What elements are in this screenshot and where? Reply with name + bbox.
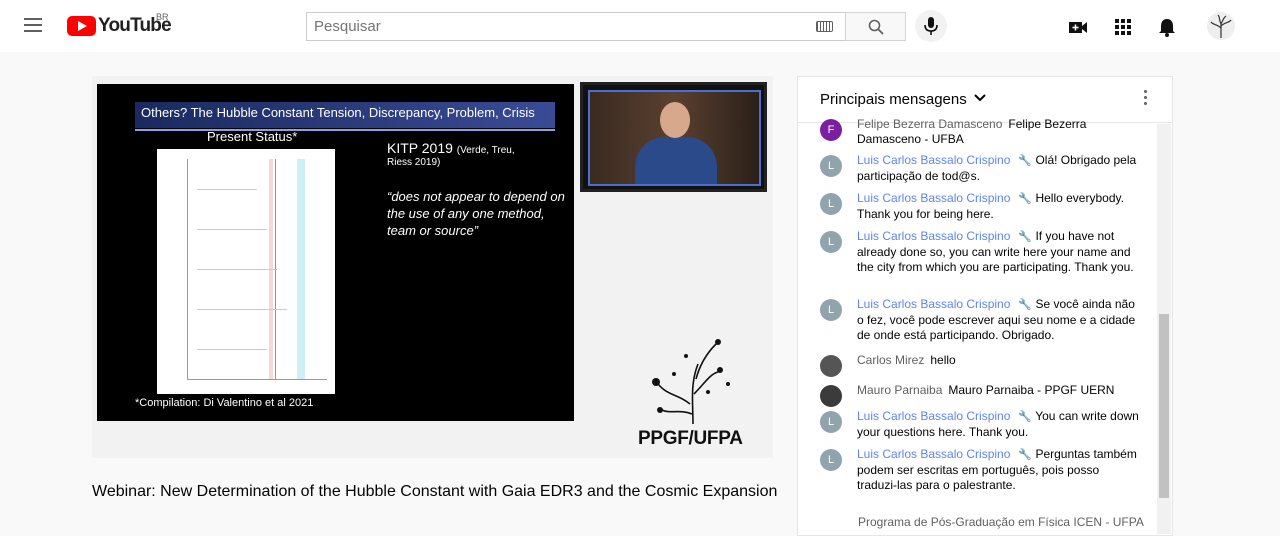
message-text: Luis Carlos Bassalo Crispino 🔧 Se você ai… bbox=[857, 297, 1140, 343]
chat-message: L Luis Carlos Bassalo Crispino 🔧 Se você a… bbox=[820, 297, 1140, 343]
kitp-authors: Riess 2019) bbox=[387, 157, 441, 168]
author-avatar[interactable]: F bbox=[820, 119, 842, 141]
author-name[interactable]: Luis Carlos Bassalo Crispino bbox=[857, 297, 1010, 311]
author-avatar[interactable]: L bbox=[820, 193, 842, 215]
search-icon bbox=[868, 19, 884, 35]
message-text: Carlos Mirez hello bbox=[857, 353, 1140, 368]
present-status-label: Present Status* bbox=[207, 129, 298, 144]
moderator-wrench-icon: 🔧 bbox=[1018, 299, 1033, 311]
author-avatar[interactable]: L bbox=[820, 449, 842, 471]
chat-message: Carlos Mirez hello bbox=[820, 353, 1140, 377]
message-text: Luis Carlos Bassalo Crispino 🔧 Perguntas … bbox=[857, 447, 1140, 493]
chat-message: L Luis Carlos Bassalo Crispino 🔧 Hello eve… bbox=[820, 191, 1140, 222]
author-avatar[interactable]: L bbox=[820, 231, 842, 253]
live-chat: Principais mensagens F Felipe Bezerra Dam… bbox=[797, 76, 1173, 536]
message-text: Luis Carlos Bassalo Crispino 🔧 If you hav… bbox=[857, 229, 1140, 275]
presentation-slide: Others? The Hubble Constant Tension, Dis… bbox=[97, 84, 574, 421]
create-video-icon[interactable] bbox=[1067, 16, 1089, 38]
country-code: BR bbox=[156, 12, 169, 22]
compilation-figure bbox=[157, 149, 335, 394]
ppgf-logo-text: PPGF/UFPA bbox=[638, 428, 743, 449]
message-text: Luis Carlos Bassalo Crispino 🔧 You can wr… bbox=[857, 409, 1140, 440]
more-options-icon[interactable] bbox=[1144, 90, 1148, 108]
author-name[interactable]: Mauro Parnaiba bbox=[857, 383, 942, 397]
author-name[interactable]: Luis Carlos Bassalo Crispino bbox=[857, 153, 1010, 167]
author-name[interactable]: Luis Carlos Bassalo Crispino bbox=[857, 409, 1010, 423]
microphone-icon bbox=[924, 17, 938, 35]
author-name[interactable]: Luis Carlos Bassalo Crispino bbox=[857, 447, 1010, 461]
author-name[interactable]: Carlos Mirez bbox=[857, 353, 924, 367]
moderator-wrench-icon: 🔧 bbox=[1018, 411, 1033, 423]
message-text: Luis Carlos Bassalo Crispino 🔧 Hello ever… bbox=[857, 191, 1140, 222]
message-text: Luis Carlos Bassalo Crispino 🔧 Olá! Obrig… bbox=[857, 153, 1140, 184]
chat-message: L Luis Carlos Bassalo Crispino 🔧 If you ha… bbox=[820, 229, 1140, 275]
chat-message: F Felipe Bezerra Damasceno Felipe Bezerra … bbox=[820, 117, 1140, 147]
slide-quote: “does not appear to depend on the use of… bbox=[387, 189, 565, 238]
moderator-wrench-icon: 🔧 bbox=[1018, 231, 1033, 243]
chat-next-message-partial: Programa de Pós-Graduação em Física ICEN… bbox=[858, 515, 1144, 529]
chat-messages: F Felipe Bezerra Damasceno Felipe Bezerra … bbox=[798, 117, 1158, 503]
slide-title: Others? The Hubble Constant Tension, Dis… bbox=[135, 102, 555, 131]
keyboard-icon[interactable] bbox=[816, 21, 833, 32]
account-avatar[interactable] bbox=[1207, 12, 1235, 40]
author-name[interactable]: Luis Carlos Bassalo Crispino bbox=[857, 191, 1010, 205]
kitp-heading: KITP 2019 (Verde, Treu, bbox=[387, 140, 515, 156]
speaker-webcam bbox=[580, 82, 767, 192]
chat-message: L Luis Carlos Bassalo Crispino 🔧 Perguntas… bbox=[820, 447, 1140, 493]
scroll-thumb[interactable] bbox=[1159, 314, 1169, 498]
notifications-bell-icon[interactable] bbox=[1156, 16, 1178, 38]
chat-filter-dropdown[interactable]: Principais mensagens bbox=[820, 91, 967, 108]
chat-message: L Luis Carlos Bassalo Crispino 🔧 Olá! Obri… bbox=[820, 153, 1140, 184]
search-box bbox=[306, 12, 846, 41]
message-text: Felipe Bezerra Damasceno Felipe Bezerra D… bbox=[857, 117, 1140, 147]
message-body: hello bbox=[930, 353, 956, 367]
author-avatar[interactable]: L bbox=[820, 155, 842, 177]
moderator-wrench-icon: 🔧 bbox=[1018, 193, 1033, 205]
search-input[interactable] bbox=[307, 13, 787, 40]
top-bar: YouTube BR bbox=[0, 0, 1280, 52]
compilation-note: *Compilation: Di Valentino et al 2021 bbox=[135, 397, 314, 409]
speaker-body bbox=[635, 137, 717, 184]
chat-message: L Luis Carlos Bassalo Crispino 🔧 You can w… bbox=[820, 409, 1140, 440]
chat-scrollbar[interactable] bbox=[1157, 124, 1171, 534]
message-text: Mauro Parnaiba Mauro Parnaiba - PPGF UERN bbox=[857, 383, 1140, 398]
moderator-wrench-icon: 🔧 bbox=[1018, 449, 1033, 461]
author-avatar[interactable]: L bbox=[820, 411, 842, 433]
menu-icon[interactable] bbox=[24, 18, 42, 32]
chat-message: Mauro Parnaiba Mauro Parnaiba - PPGF UERN bbox=[820, 383, 1140, 407]
author-avatar[interactable] bbox=[820, 385, 842, 407]
author-name[interactable]: Felipe Bezerra Damasceno bbox=[857, 117, 1002, 131]
author-name[interactable]: Luis Carlos Bassalo Crispino bbox=[857, 229, 1010, 243]
message-body: Mauro Parnaiba - PPGF UERN bbox=[948, 383, 1115, 397]
play-logo-icon bbox=[67, 16, 96, 36]
voice-search-button[interactable] bbox=[915, 10, 947, 42]
video-title: Webinar: New Determination of the Hubble… bbox=[92, 483, 778, 500]
chevron-down-icon[interactable] bbox=[974, 94, 986, 102]
author-avatar[interactable] bbox=[820, 355, 842, 377]
video-player[interactable]: Others? The Hubble Constant Tension, Dis… bbox=[92, 76, 773, 458]
search-button[interactable] bbox=[845, 12, 906, 41]
speaker-head bbox=[660, 102, 690, 138]
author-avatar[interactable]: L bbox=[820, 299, 842, 321]
moderator-wrench-icon: 🔧 bbox=[1018, 155, 1033, 167]
ppgf-logo-graphic bbox=[652, 339, 730, 424]
apps-grid-icon[interactable] bbox=[1112, 16, 1134, 38]
